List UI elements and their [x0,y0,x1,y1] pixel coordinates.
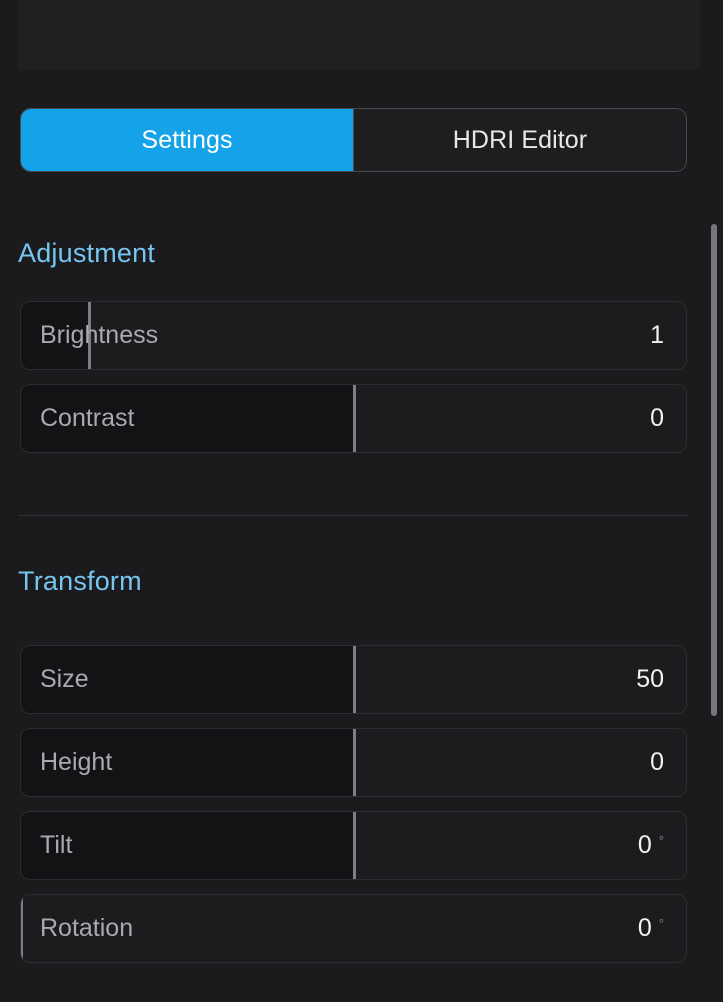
tab-bar: Settings HDRI Editor [20,108,687,172]
slider-tilt-handle[interactable] [352,812,356,879]
slider-rotation[interactable]: Rotation 0 ° [20,894,687,963]
slider-height-number: 0 [650,748,664,776]
slider-size-value: 50 [636,665,664,694]
slider-size-handle[interactable] [352,646,356,713]
tab-hdri-editor-label: HDRI Editor [452,125,588,154]
panel-top-strip [18,0,700,70]
hdri-settings-panel: Settings HDRI Editor Adjustment Brightne… [0,0,723,1002]
slider-brightness[interactable]: Brightness 1 [20,301,687,370]
slider-tilt-value: 0 ° [638,831,664,860]
slider-tilt-fill [21,812,354,879]
tab-settings[interactable]: Settings [21,109,353,171]
slider-size-number: 50 [636,665,664,693]
slider-height[interactable]: Height 0 [20,728,687,797]
slider-contrast-value: 0 [650,404,664,433]
section-title-transform: Transform [18,566,142,596]
transform-rows: Size 50 Height 0 Tilt 0 ° Rotation 0 ° [0,645,723,963]
slider-rotation-value: 0 ° [638,914,664,943]
slider-contrast-number: 0 [650,404,664,432]
degree-icon: ° [658,916,664,931]
degree-icon: ° [658,833,664,848]
tab-settings-label: Settings [141,125,233,154]
slider-height-value: 0 [650,748,664,777]
slider-rotation-handle[interactable] [21,895,23,962]
slider-contrast-fill [21,385,354,452]
section-title-adjustment: Adjustment [18,238,156,268]
slider-tilt-number: 0 [637,831,652,859]
slider-brightness-value: 1 [650,321,664,350]
tab-hdri-editor[interactable]: HDRI Editor [353,109,686,171]
settings-scroll-area[interactable]: Adjustment Brightness 1 Contrast 0 Trans… [0,196,723,1002]
slider-brightness-fill [21,302,89,369]
scrollbar-thumb[interactable] [711,223,717,716]
slider-height-fill [21,729,354,796]
adjustment-rows: Brightness 1 Contrast 0 [0,301,723,453]
slider-contrast[interactable]: Contrast 0 [20,384,687,453]
slider-rotation-number: 0 [637,914,652,942]
slider-brightness-handle[interactable] [87,302,91,369]
scrollbar-track[interactable] [711,200,717,730]
slider-height-handle[interactable] [352,729,356,796]
slider-tilt[interactable]: Tilt 0 ° [20,811,687,880]
section-divider [18,515,688,516]
slider-size[interactable]: Size 50 [20,645,687,714]
slider-contrast-handle[interactable] [352,385,356,452]
slider-rotation-label: Rotation [40,914,134,942]
slider-size-fill [21,646,354,713]
slider-brightness-number: 1 [650,321,664,349]
